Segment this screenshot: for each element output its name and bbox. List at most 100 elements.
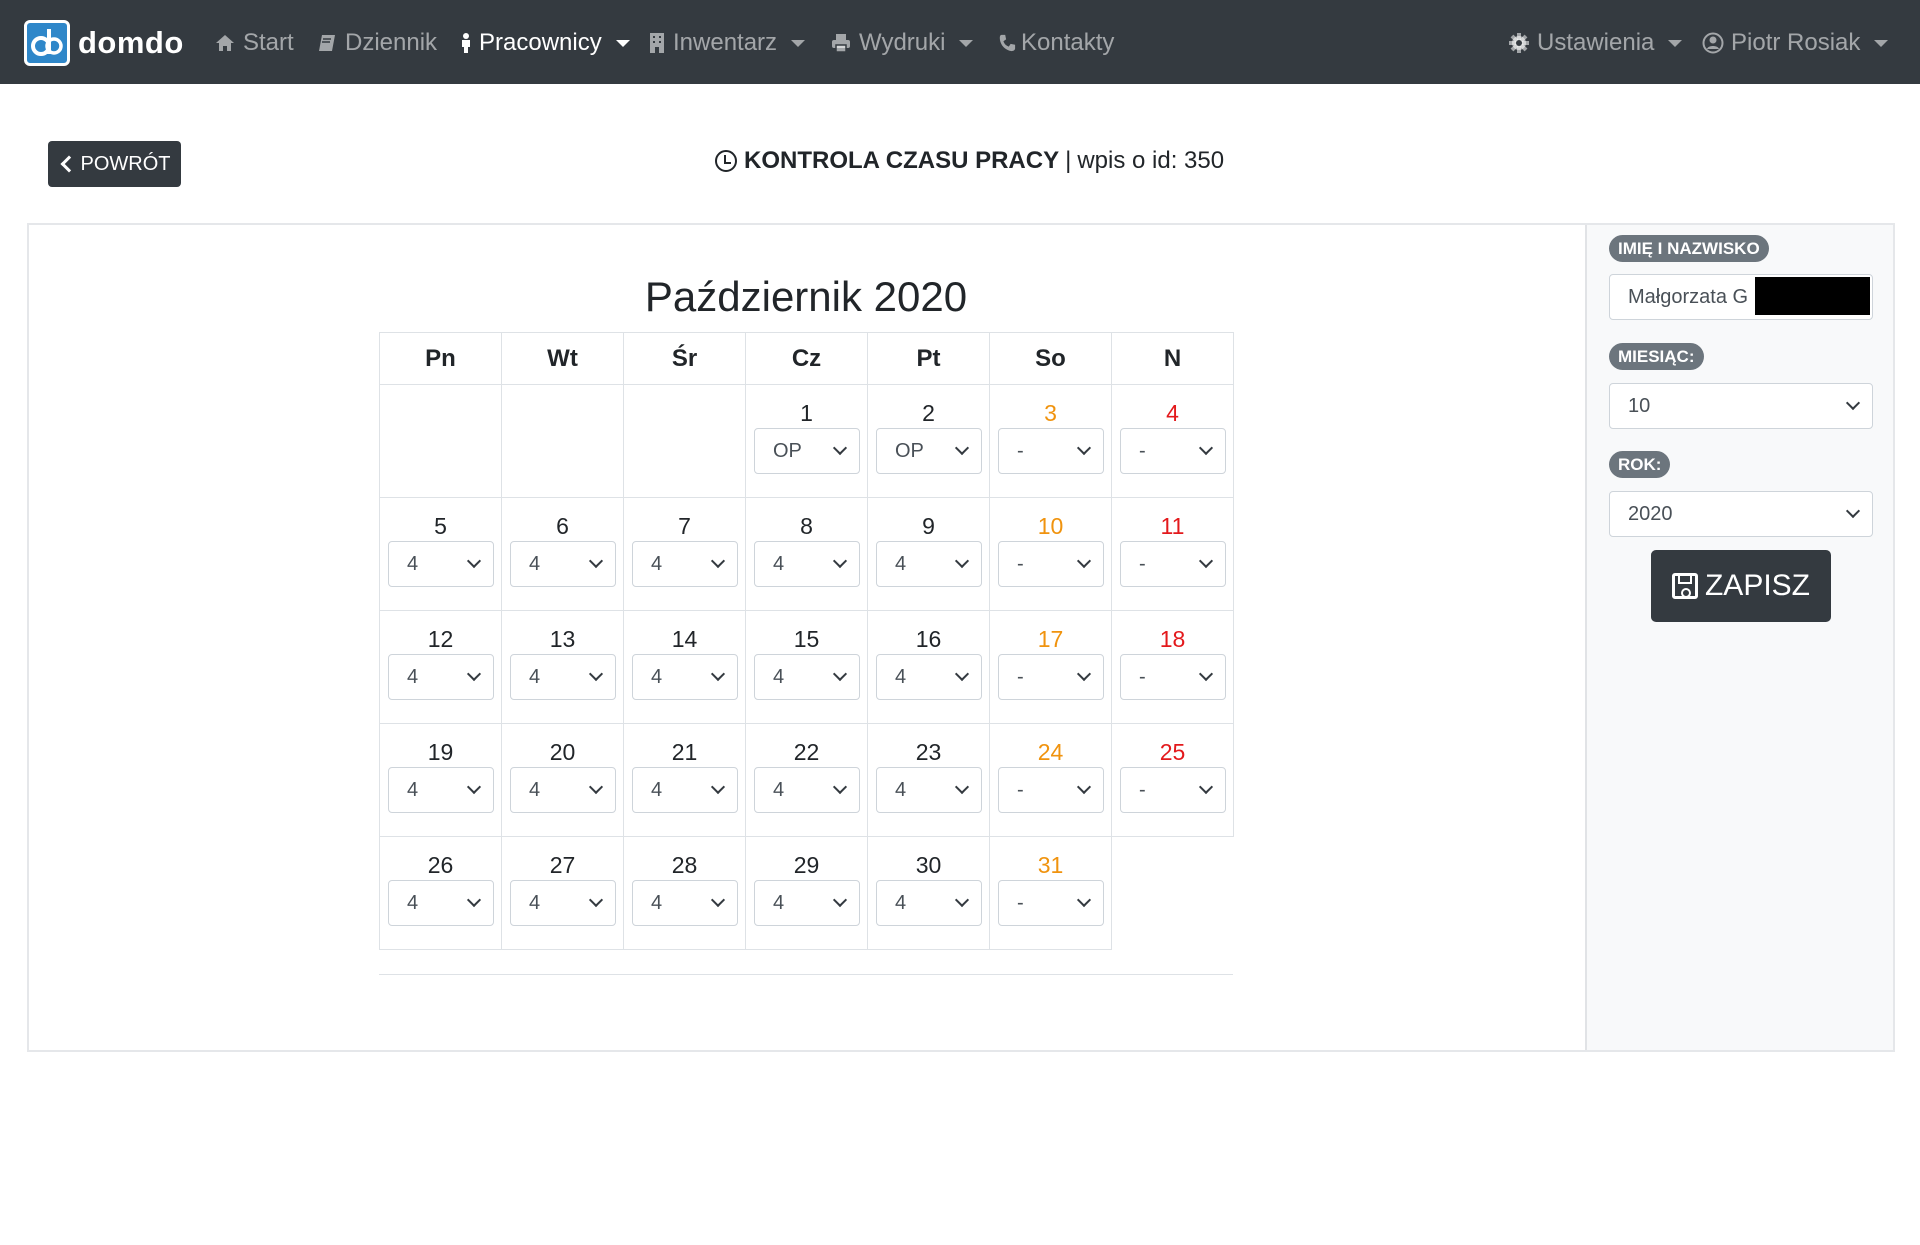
hours-select[interactable]: 4 <box>876 541 982 587</box>
calendar-week-row: 19 4 20 4 21 4 22 4 23 4 24-25- <box>379 723 1234 837</box>
nav-pracownicy-dropdown[interactable]: Pracownicy <box>458 26 630 60</box>
hours-select[interactable]: - <box>1120 654 1226 700</box>
print-icon <box>832 34 850 53</box>
day-number: 6 <box>556 513 569 539</box>
day-number: 19 <box>427 739 454 765</box>
hours-select[interactable]: 4 <box>388 654 494 700</box>
calendar-day-cell: 22 4 <box>745 723 868 837</box>
hours-select[interactable]: OP <box>876 428 982 474</box>
day-number: 27 <box>549 852 576 878</box>
hours-select-value: - <box>1017 440 1024 462</box>
weekday-header: N <box>1111 332 1234 385</box>
month-select[interactable]: 10 <box>1609 383 1873 429</box>
chevron-left-icon <box>60 155 77 173</box>
calendar-day-cell: 13 4 <box>501 610 624 724</box>
calendar-day-cell: 64 <box>501 497 624 611</box>
chevron-down-icon <box>710 779 726 795</box>
hours-select[interactable]: 4 <box>510 541 616 587</box>
chevron-down-icon <box>588 892 604 908</box>
hours-select[interactable]: 4 <box>632 541 738 587</box>
domdo-logo-icon <box>24 20 70 66</box>
hours-select-value: 4 <box>895 666 907 688</box>
chevron-down-icon <box>710 892 726 908</box>
hours-select[interactable]: 4 <box>510 654 616 700</box>
chevron-down-icon <box>710 553 726 569</box>
hours-select[interactable]: 4 <box>632 654 738 700</box>
hours-select-value: 4 <box>651 553 663 575</box>
day-number: 13 <box>549 626 576 652</box>
hours-select-value: - <box>1017 892 1024 914</box>
divider <box>379 974 1233 975</box>
hours-select[interactable]: 4 <box>754 541 860 587</box>
nav-kontakty-label: Kontakty <box>1021 29 1115 56</box>
chevron-down-icon <box>1076 440 1092 456</box>
hours-select[interactable]: 4 <box>632 880 738 926</box>
phone-icon <box>999 34 1016 52</box>
day-number: 17 <box>1037 626 1064 652</box>
weekday-header-row: Pn Wt Śr Cz Pt So N <box>379 332 1234 385</box>
calendar-empty-cell <box>379 384 502 498</box>
nav-dziennik[interactable]: Dziennik <box>316 26 437 60</box>
calendar-day-cell: 30 4 <box>867 836 990 950</box>
nav-start[interactable]: Start <box>214 26 294 60</box>
hours-select[interactable]: OP <box>754 428 860 474</box>
name-field[interactable]: Małgorzata G <box>1609 274 1873 320</box>
hours-select[interactable]: 4 <box>388 880 494 926</box>
hours-select[interactable]: - <box>1120 767 1226 813</box>
chevron-down-icon <box>1076 779 1092 795</box>
hours-select[interactable]: 4 <box>388 541 494 587</box>
hours-select[interactable]: 4 <box>876 880 982 926</box>
hours-select[interactable]: 4 <box>876 767 982 813</box>
back-button[interactable]: POWRÓT <box>48 141 181 187</box>
chevron-down-icon <box>832 553 848 569</box>
calendar-day-cell: 74 <box>623 497 746 611</box>
chevron-down-icon <box>954 553 970 569</box>
hours-select[interactable]: - <box>998 880 1104 926</box>
weekday-header: Śr <box>623 332 746 385</box>
day-number: 29 <box>793 852 820 878</box>
top-navbar: domdo Start Dziennik Pracownicy Inwentar… <box>0 0 1920 84</box>
calendar-day-cell: 3- <box>989 384 1112 498</box>
hours-select[interactable]: - <box>998 654 1104 700</box>
chevron-down-icon <box>588 666 604 682</box>
hours-select-value: 4 <box>895 553 907 575</box>
hours-select[interactable]: 4 <box>632 767 738 813</box>
nav-dziennik-label: Dziennik <box>345 29 438 56</box>
nav-user-dropdown[interactable]: Piotr Rosiak <box>1702 26 1889 60</box>
hours-select[interactable]: 4 <box>510 880 616 926</box>
day-number: 30 <box>915 852 942 878</box>
hours-select[interactable]: - <box>1120 541 1226 587</box>
home-icon <box>216 35 234 51</box>
hours-select[interactable]: 4 <box>388 767 494 813</box>
hours-select[interactable]: - <box>1120 428 1226 474</box>
nav-user-label: Piotr Rosiak <box>1731 29 1861 56</box>
hours-select[interactable]: 4 <box>754 654 860 700</box>
nav-ustawienia-dropdown[interactable]: Ustawienia <box>1508 26 1683 60</box>
hours-select[interactable]: 4 <box>510 767 616 813</box>
hours-select[interactable]: 4 <box>876 654 982 700</box>
hours-select[interactable]: 4 <box>754 880 860 926</box>
hours-select[interactable]: - <box>998 428 1104 474</box>
day-number: 5 <box>434 513 447 539</box>
person-icon <box>462 33 470 53</box>
chevron-down-icon <box>832 666 848 682</box>
gear-icon <box>1509 33 1529 53</box>
day-number: 12 <box>427 626 454 652</box>
year-select[interactable]: 2020 <box>1609 491 1873 537</box>
nav-inwentarz-dropdown[interactable]: Inwentarz <box>648 26 806 60</box>
hours-select[interactable]: - <box>998 767 1104 813</box>
calendar-day-cell: 84 <box>745 497 868 611</box>
nav-wydruki-dropdown[interactable]: Wydruki <box>830 26 974 60</box>
chevron-down-icon <box>954 666 970 682</box>
chevron-down-icon <box>1845 395 1861 411</box>
hours-select[interactable]: 4 <box>754 767 860 813</box>
floppy-disk-icon <box>1671 573 1698 599</box>
nav-kontakty[interactable]: Kontakty <box>998 26 1114 60</box>
hours-select[interactable]: - <box>998 541 1104 587</box>
save-button[interactable]: ZAPISZ <box>1651 550 1831 622</box>
brand-link[interactable]: domdo <box>24 20 184 66</box>
calendar-empty-cell <box>623 384 746 498</box>
chevron-down-icon <box>1198 553 1214 569</box>
hours-select-value: - <box>1017 553 1024 575</box>
day-number: 25 <box>1159 739 1186 765</box>
